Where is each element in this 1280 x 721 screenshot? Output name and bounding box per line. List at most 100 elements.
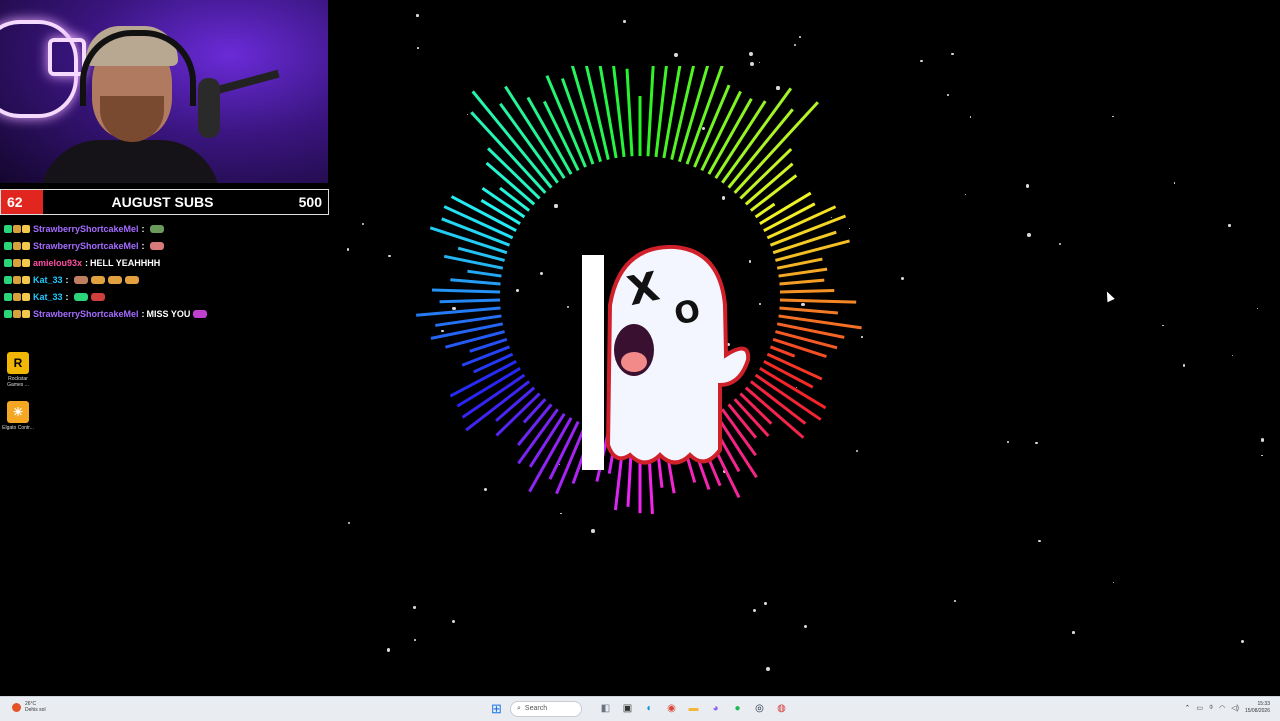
chat-message: StrawberryShortcakeMel: — [4, 237, 334, 254]
desktop-icon-label: Elgato Contr... — [2, 425, 34, 431]
star — [416, 14, 419, 18]
sub-goal-bar: 62 AUGUST SUBS 500 — [0, 189, 329, 215]
star — [1072, 631, 1075, 634]
star — [1162, 324, 1164, 327]
taskview-icon[interactable]: ▣ — [619, 700, 636, 717]
visualizer-bar — [499, 186, 531, 212]
star — [1240, 639, 1245, 644]
star — [417, 47, 419, 49]
spotify-icon[interactable]: ● — [729, 700, 746, 717]
usb-icon[interactable]: ⌽ — [1209, 704, 1213, 712]
start-button[interactable]: ⊞ — [488, 700, 505, 717]
chat-text: MISS YOU — [146, 308, 191, 319]
badge-icon — [13, 241, 21, 250]
ghost-tongue — [621, 352, 647, 372]
badge-icon — [4, 309, 12, 318]
ghost-logo: X O — [582, 245, 751, 470]
chevron-up-icon[interactable]: ⌃ — [1184, 704, 1190, 712]
wifi-icon[interactable]: ◠ — [1219, 704, 1225, 712]
taskbar: 26°C Dehis sol ⊞ ⌕ Search ◧ ▣ ◐ ◉ ▬ ◕ ● ◎ ◍ ⌃ ▭ … — [0, 696, 1280, 721]
clock[interactable]: 15:33 15/08/2026 — [1245, 701, 1270, 715]
desktop-icon-label: Rockstar Games ... — [7, 376, 29, 388]
chrome-icon[interactable]: ◉ — [663, 700, 680, 717]
star — [1260, 438, 1265, 442]
star — [766, 667, 770, 671]
star — [920, 59, 923, 62]
badge-icon — [22, 292, 30, 301]
star — [1182, 364, 1185, 367]
streamer-shirt — [40, 140, 220, 183]
visualizer-bar — [769, 345, 796, 358]
headset — [80, 30, 196, 106]
visualizer-bar — [528, 417, 573, 493]
chat-separator: : — [141, 308, 145, 319]
visualizer-bar — [662, 66, 682, 159]
edge-icon[interactable]: ◐ — [641, 700, 658, 717]
user-badges — [4, 292, 30, 301]
search-box[interactable]: ⌕ Search — [510, 700, 582, 717]
star — [1228, 224, 1231, 227]
emote-icon — [90, 292, 105, 301]
desktop-icon-rockstar[interactable]: R Rockstar Games ... — [2, 352, 34, 388]
weather-widget[interactable]: 26°C Dehis sol — [12, 701, 46, 713]
star — [794, 44, 797, 47]
visualizer-bar — [754, 373, 822, 421]
star — [1232, 354, 1234, 357]
weather-desc: Dehis sol — [25, 707, 46, 713]
user-badges — [4, 224, 30, 233]
visualizer-bar — [465, 380, 531, 432]
star — [346, 248, 350, 251]
emote-icon — [149, 224, 164, 233]
visualizer-bar — [779, 278, 825, 286]
chat-text: HELL YEAHHHH — [90, 257, 161, 268]
emote-icon — [107, 275, 122, 284]
clock-time: 15:33 — [1257, 701, 1270, 707]
chat-message: amielou93x: HELL YEAHHHH — [4, 254, 334, 271]
badge-icon — [4, 258, 12, 267]
desktop-icon-elgato[interactable]: ☀ Elgato Contr... — [2, 401, 34, 431]
star — [1025, 184, 1030, 188]
visualizer-bar — [522, 398, 547, 424]
star — [414, 639, 416, 641]
chat-message: StrawberryShortcakeMel: MISS YOU — [4, 305, 334, 322]
network-icon[interactable]: ▭ — [1196, 704, 1203, 712]
star — [964, 193, 967, 196]
webcam-overlay — [0, 0, 328, 183]
chat-username: Kat_33 — [33, 274, 63, 285]
star — [1112, 116, 1114, 118]
visualizer-bar — [450, 278, 501, 286]
visualizer-bar — [646, 66, 655, 157]
star — [1256, 307, 1259, 310]
star — [1006, 441, 1009, 443]
explorer-icon[interactable]: ▬ — [685, 700, 702, 717]
star — [947, 93, 949, 96]
chat-username: StrawberryShortcakeMel — [33, 240, 139, 251]
messenger-icon[interactable]: ◕ — [707, 700, 724, 717]
star — [386, 647, 391, 652]
visualizer-bar — [467, 269, 502, 278]
emote-icon — [124, 275, 139, 284]
visualizer-bar — [779, 306, 839, 315]
star — [413, 606, 416, 610]
visualizer-bar — [776, 257, 823, 270]
volume-icon[interactable]: ◁) — [1231, 704, 1239, 712]
visualizer-bar — [435, 314, 502, 327]
star — [362, 223, 365, 226]
emote-icon — [73, 275, 88, 284]
clock-date: 15/08/2026 — [1244, 708, 1270, 714]
star — [622, 20, 626, 24]
star — [591, 528, 595, 533]
visualizer-bar — [461, 345, 511, 367]
visualizer-bar — [779, 288, 835, 294]
star — [749, 52, 754, 56]
steam-icon[interactable]: ◎ — [751, 700, 768, 717]
badge-icon — [4, 224, 12, 233]
star — [951, 52, 954, 56]
badge-icon — [13, 258, 21, 267]
sub-goal-title: AUGUST SUBS — [111, 194, 214, 210]
system-tray: ⌃ ▭ ⌽ ◠ ◁) 15:33 15/08/2026 — [1184, 701, 1270, 715]
logo-bar — [582, 255, 604, 470]
visualizer-bar — [499, 102, 559, 184]
widgets-icon[interactable]: ◧ — [597, 700, 614, 717]
obs-icon[interactable]: ◍ — [773, 700, 790, 717]
